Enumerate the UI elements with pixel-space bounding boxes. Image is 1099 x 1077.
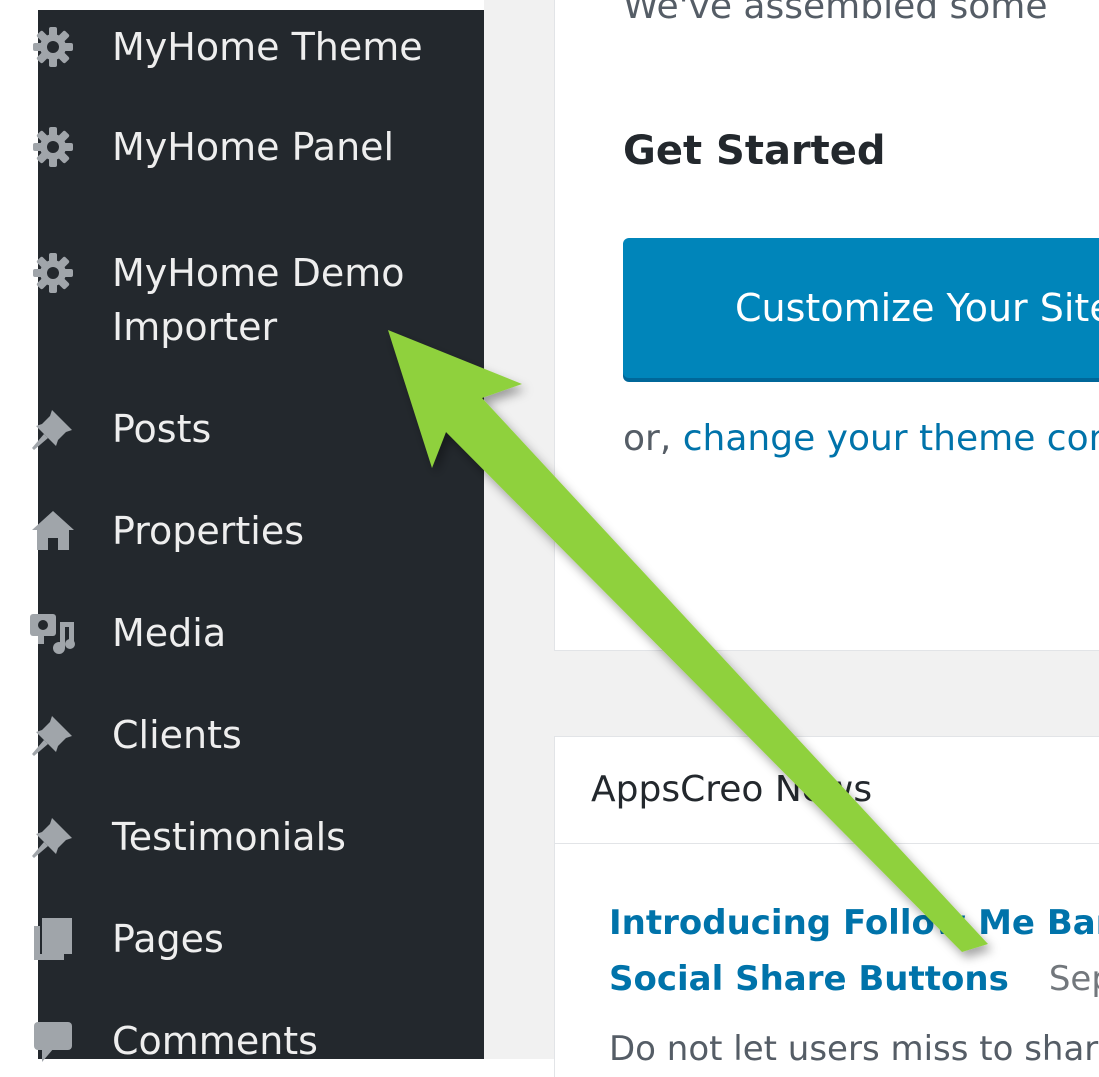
news-item-title-line2-row: Social Share Buttons Sept xyxy=(609,959,1099,999)
news-item-excerpt: Do not let users miss to shar xyxy=(609,1029,1099,1069)
welcome-intro-text: We've assembled some xyxy=(623,0,1048,27)
sidebar-item-label: Properties xyxy=(112,509,305,553)
sidebar-item-label: MyHome Panel xyxy=(112,125,395,169)
pushpin-icon xyxy=(28,710,78,760)
pages-icon xyxy=(28,914,78,964)
change-theme-text: or, change your theme com xyxy=(623,418,1099,459)
media-icon xyxy=(28,608,78,658)
sidebar-item-label: Media xyxy=(112,611,227,655)
sidebar-item-label: Posts xyxy=(112,407,212,451)
news-item-date: Sept xyxy=(1048,959,1099,999)
welcome-panel: We've assembled some Get Started Customi… xyxy=(554,0,1099,651)
admin-sidebar: MyHome Theme MyHome Panel MyHome Demo Im… xyxy=(30,10,484,1063)
news-widget-title: AppsCreo News xyxy=(591,769,873,810)
pushpin-icon xyxy=(28,812,78,862)
gear-icon xyxy=(28,22,78,72)
gear-icon xyxy=(28,248,78,298)
sidebar-item-label: Clients xyxy=(112,713,242,757)
news-item-title-line1[interactable]: Introducing Follow Me Bar: xyxy=(609,903,1099,943)
sidebar-item-label: Pages xyxy=(112,917,224,961)
wp-admin-page: MyHome Theme MyHome Panel MyHome Demo Im… xyxy=(0,0,1099,1077)
alt-prefix: or, xyxy=(623,418,672,459)
sidebar-item-label: Comments xyxy=(112,1019,318,1063)
gear-icon xyxy=(28,122,78,172)
main-content: We've assembled some Get Started Customi… xyxy=(484,0,1099,1077)
home-icon xyxy=(28,506,78,556)
news-widget: AppsCreo News Introducing Follow Me Bar:… xyxy=(554,736,1099,1077)
change-theme-link[interactable]: change your theme com xyxy=(683,418,1099,459)
news-item-title-line2[interactable]: Social Share Buttons xyxy=(609,959,1009,999)
sidebar-item-label: MyHome Theme xyxy=(112,25,423,69)
pushpin-icon xyxy=(28,404,78,454)
sidebar-item-label: MyHome Demo xyxy=(112,251,405,295)
news-widget-header: AppsCreo News xyxy=(555,737,1099,844)
sidebar-item-label-line2: Importer xyxy=(112,305,278,349)
customize-site-button-label: Customize Your Site xyxy=(735,286,1099,330)
get-started-heading: Get Started xyxy=(623,128,886,174)
sidebar-item-label: Testimonials xyxy=(112,815,346,859)
customize-site-button[interactable]: Customize Your Site xyxy=(623,238,1099,378)
sidebar-item-myhome-demo-importer[interactable]: MyHome Demo Importer xyxy=(33,246,484,354)
